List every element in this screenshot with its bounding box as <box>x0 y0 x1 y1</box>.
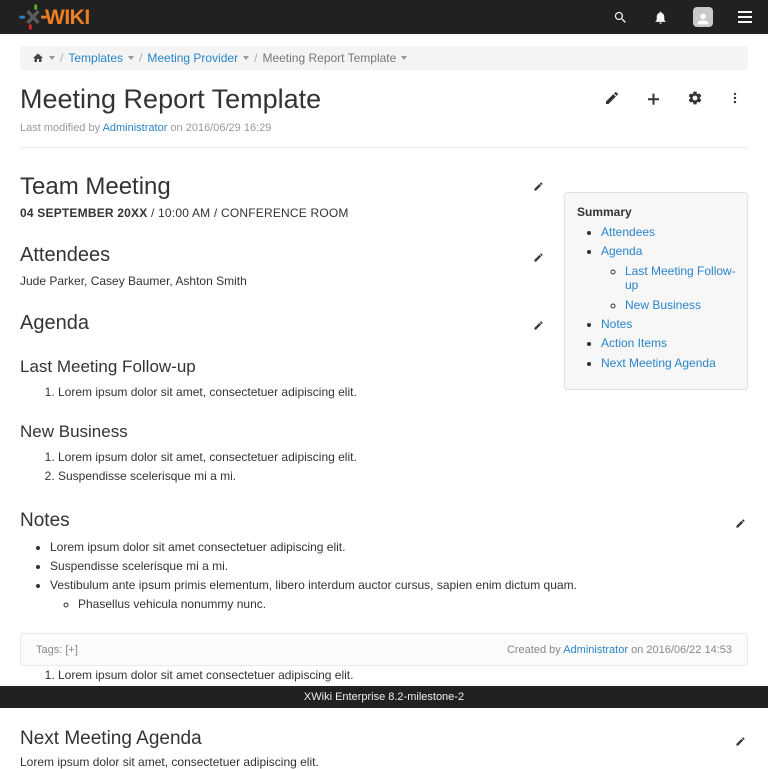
navbar-actions <box>613 7 752 27</box>
created-date: on 2016/06/22 14:53 <box>631 644 732 656</box>
modified-user-link[interactable]: Administrator <box>103 122 168 134</box>
add-tag-button[interactable]: [+] <box>65 644 78 656</box>
section-heading-new-business: New Business <box>20 422 748 442</box>
version-text: XWiki Enterprise 8.2-milestone-2 <box>304 691 464 703</box>
page-header: Meeting Report Template Last modified by… <box>20 80 748 134</box>
section-edit-pencil-icon[interactable] <box>735 518 746 529</box>
breadcrumb-separator: / <box>139 51 142 65</box>
search-icon[interactable] <box>613 10 628 25</box>
section-edit-pencil-icon[interactable] <box>735 736 746 747</box>
header-divider <box>20 147 748 148</box>
list-item: Lorem ipsum dolor sit amet consectetuer … <box>50 540 748 555</box>
xwiki-logo-text: WIKI <box>45 7 90 28</box>
notes-list: Lorem ipsum dolor sit amet consectetuer … <box>20 540 748 612</box>
page-title: Meeting Report Template <box>20 84 321 115</box>
xwiki-logo[interactable]: WIKI <box>18 4 90 30</box>
chevron-down-icon[interactable] <box>49 56 55 60</box>
section-heading-notes: Notes <box>20 510 748 532</box>
created-user-link[interactable]: Administrator <box>563 644 628 656</box>
list-item: Lorem ipsum dolor sit amet, consectetuer… <box>58 450 748 465</box>
settings-gear-icon[interactable] <box>687 90 703 107</box>
toc-link-agenda[interactable]: Agenda <box>601 244 642 258</box>
section-edit-pencil-icon[interactable] <box>533 252 544 263</box>
breadcrumb-link[interactable]: Meeting Provider <box>147 51 238 65</box>
breadcrumb-home-icon[interactable] <box>32 52 55 64</box>
xwiki-logo-x-icon <box>18 4 48 30</box>
chevron-down-icon[interactable] <box>128 56 134 60</box>
list-item: Lorem ipsum dolor sit amet consectetuer … <box>58 668 748 683</box>
section-edit-pencil-icon[interactable] <box>533 320 544 331</box>
summary-toc-box: Summary Attendees Agenda Last Meeting Fo… <box>564 192 748 390</box>
breadcrumb-separator: / <box>60 51 63 65</box>
page-actions <box>604 80 748 107</box>
toc-link-next-meeting-agenda[interactable]: Next Meeting Agenda <box>601 356 716 370</box>
summary-title: Summary <box>577 205 739 219</box>
breadcrumb-item-meeting-provider[interactable]: Meeting Provider <box>147 51 249 65</box>
breadcrumb-item-templates[interactable]: Templates <box>68 51 134 65</box>
more-options-kebab-icon[interactable] <box>728 90 742 107</box>
meeting-date: 04 SEPTEMBER 20XX <box>20 206 147 220</box>
toc-link-action-items[interactable]: Action Items <box>601 336 667 350</box>
modified-date: on 2016/06/29 16:29 <box>170 122 271 134</box>
last-modified-line: Last modified by Administrator on 2016/0… <box>20 122 748 134</box>
modified-prefix: Last modified by <box>20 122 100 134</box>
list-item: Vestibulum ante ipsum primis elementum, … <box>50 578 748 612</box>
chevron-down-icon[interactable] <box>401 56 407 60</box>
created-by-line: Created by Administrator on 2016/06/22 1… <box>507 644 732 656</box>
add-page-plus-icon[interactable] <box>645 90 662 107</box>
toc-item: Notes <box>601 317 739 331</box>
summary-list: Attendees Agenda Last Meeting Follow-up … <box>575 225 739 370</box>
meeting-time-location: / 10:00 AM / CONFERENCE ROOM <box>147 206 348 220</box>
toc-item: Next Meeting Agenda <box>601 356 739 370</box>
chevron-down-icon[interactable] <box>243 56 249 60</box>
list-item: Suspendisse scelerisque mi a mi. <box>50 559 748 574</box>
toc-link-new-business[interactable]: New Business <box>625 298 701 312</box>
toc-item: Last Meeting Follow-up <box>625 264 739 293</box>
list-item: Phasellus vehicula nonummy nunc. <box>78 597 748 612</box>
section-edit-pencil-icon[interactable] <box>533 181 544 192</box>
user-avatar[interactable] <box>693 7 713 27</box>
section-heading-next-meeting-agenda: Next Meeting Agenda <box>20 728 748 750</box>
new-business-list: Lorem ipsum dolor sit amet, consectetuer… <box>20 450 748 484</box>
toc-link-notes[interactable]: Notes <box>601 317 632 331</box>
toc-link-last-meeting-follow-up[interactable]: Last Meeting Follow-up <box>625 264 736 292</box>
document-info-bar: Tags: [+] Created by Administrator on 20… <box>20 633 748 666</box>
breadcrumb-current-label: Meeting Report Template <box>262 51 396 65</box>
toc-item: Agenda Last Meeting Follow-up New Busine… <box>601 244 739 312</box>
top-navbar: WIKI <box>0 0 768 34</box>
breadcrumb-link[interactable]: Templates <box>68 51 123 65</box>
tags-label: Tags: <box>36 644 62 656</box>
toc-link-attendees[interactable]: Attendees <box>601 225 655 239</box>
footer-version-bar: XWiki Enterprise 8.2-milestone-2 <box>0 686 768 708</box>
hamburger-menu-icon[interactable] <box>738 11 752 23</box>
list-item: Suspendisse scelerisque mi a mi. <box>58 469 748 484</box>
breadcrumb-item-current: Meeting Report Template <box>262 51 407 65</box>
document-content: Summary Attendees Agenda Last Meeting Fo… <box>20 173 748 769</box>
breadcrumb: / Templates / Meeting Provider / Meeting… <box>20 46 748 70</box>
notes-sublist: Phasellus vehicula nonummy nunc. <box>50 597 748 612</box>
toc-item: Action Items <box>601 336 739 350</box>
edit-pencil-icon[interactable] <box>604 90 620 107</box>
notifications-bell-icon[interactable] <box>653 10 668 25</box>
next-meeting-text: Lorem ipsum dolor sit amet, consectetuer… <box>20 755 748 769</box>
created-prefix: Created by <box>507 644 561 656</box>
tags-area: Tags: [+] <box>36 644 78 656</box>
toc-item: New Business <box>625 298 739 312</box>
toc-item: Attendees <box>601 225 739 239</box>
breadcrumb-separator: / <box>254 51 257 65</box>
